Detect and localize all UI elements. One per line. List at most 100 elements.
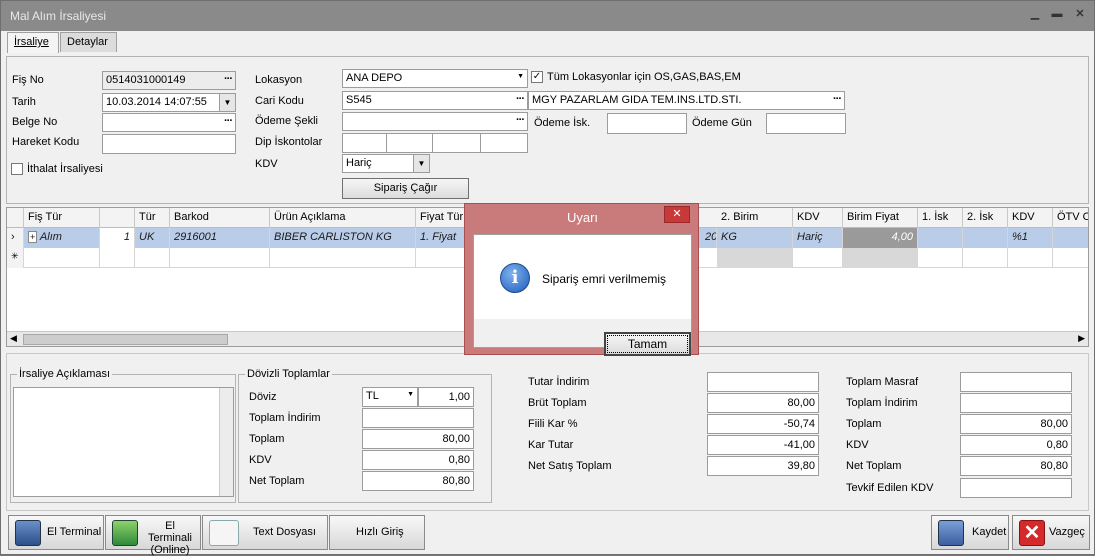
dip-iskonto-4[interactable] xyxy=(480,133,528,153)
kdv-select[interactable]: Hariç ▼ xyxy=(342,154,430,173)
odeme-sekli-field[interactable]: ··· xyxy=(342,112,528,131)
expand-plus-icon[interactable]: + xyxy=(28,231,38,243)
net-toplam[interactable]: 80,80 xyxy=(960,456,1072,476)
vazgec-button[interactable]: ✕ Vazgeç xyxy=(1012,515,1090,550)
ithalat-checkbox[interactable] xyxy=(11,163,23,175)
dialog-close-button[interactable]: ✕ xyxy=(664,206,690,223)
cell-fiyat-tur[interactable]: 1. Fiyat xyxy=(416,228,471,248)
col-fis-tur[interactable]: Fiş Tür xyxy=(24,208,100,228)
new-cell[interactable] xyxy=(843,248,918,268)
toplam-masraf[interactable] xyxy=(960,372,1072,392)
col-tur[interactable]: Tür xyxy=(135,208,170,228)
kar-tutar[interactable]: -41,00 xyxy=(707,435,819,455)
cell-otv[interactable] xyxy=(1053,228,1088,248)
dv-kdv[interactable]: 0,80 xyxy=(362,450,474,470)
cell-isk1[interactable] xyxy=(918,228,963,248)
fiili-kar[interactable]: -50,74 xyxy=(707,414,819,434)
dialog-ok-button[interactable]: Tamam xyxy=(604,332,691,356)
cell-birim-fiyat[interactable]: 4,00 xyxy=(843,228,918,248)
tevkif[interactable] xyxy=(960,478,1072,498)
col-urun-aciklama[interactable]: Ürün Açıklama xyxy=(270,208,416,228)
lokasyon-dropdown-icon[interactable]: ▼ xyxy=(517,73,524,80)
col-miktar[interactable] xyxy=(100,208,135,228)
close-icon[interactable]: ✕ xyxy=(1072,7,1088,21)
el-terminal-button[interactable]: El Terminal xyxy=(8,515,104,550)
scroll-left-icon[interactable]: ◀ xyxy=(10,333,17,344)
dip-iskonto-3[interactable] xyxy=(432,133,481,153)
new-cell[interactable] xyxy=(963,248,1008,268)
new-cell[interactable] xyxy=(717,248,793,268)
new-cell[interactable] xyxy=(270,248,416,268)
col-kdv-type[interactable]: KDV xyxy=(793,208,843,228)
scroll-thumb[interactable] xyxy=(23,334,228,345)
kdv-total[interactable]: 0,80 xyxy=(960,435,1072,455)
kaydet-button[interactable]: Kaydet xyxy=(931,515,1009,550)
dv-toplam[interactable]: 80,00 xyxy=(362,429,474,449)
col-birim-fiyat[interactable]: Birim Fiyat xyxy=(843,208,918,228)
dv-net-toplam[interactable]: 80,80 xyxy=(362,471,474,491)
cell-birim2[interactable]: KG xyxy=(717,228,793,248)
title-bar[interactable]: Mal Alım İrsaliyesi ▁ ▬ ✕ xyxy=(1,1,1094,31)
odeme-isk-field[interactable] xyxy=(607,113,687,134)
col-otv[interactable]: ÖTV O xyxy=(1053,208,1088,228)
hareket-kodu-field[interactable] xyxy=(102,134,236,154)
cell-kdv-type[interactable]: Hariç xyxy=(793,228,843,248)
col-barkod[interactable]: Barkod xyxy=(170,208,270,228)
hizli-giris-button[interactable]: Hızlı Giriş xyxy=(329,515,425,550)
lokasyon-select[interactable]: ANA DEPO ▼ xyxy=(342,69,528,88)
cell-urun[interactable]: BIBER CARLISTON KG xyxy=(270,228,416,248)
textarea-scrollbar[interactable] xyxy=(219,388,233,496)
cari-kodu-field[interactable]: S545 ··· xyxy=(342,91,528,110)
cell-partial[interactable]: 20 xyxy=(705,228,717,248)
cell-miktar[interactable]: 1 xyxy=(100,228,135,248)
dv-toplam-indirim[interactable] xyxy=(362,408,474,428)
el-terminal-online-button[interactable]: El Terminali (Online) xyxy=(105,515,201,556)
cell-isk2[interactable] xyxy=(963,228,1008,248)
scroll-right-icon[interactable]: ▶ xyxy=(1078,333,1085,344)
maximize-icon[interactable]: ▬ xyxy=(1049,7,1065,21)
kdv-dropdown-icon[interactable]: ▼ xyxy=(413,155,429,172)
tab-irsaliye[interactable]: İrsaliye xyxy=(7,32,59,53)
new-cell[interactable] xyxy=(24,248,100,268)
belge-no-field[interactable]: ··· xyxy=(102,113,236,132)
brut-toplam[interactable]: 80,00 xyxy=(707,393,819,413)
irsaliye-aciklama-textarea[interactable] xyxy=(13,387,234,497)
fis-no-lookup-icon[interactable]: ··· xyxy=(224,73,233,85)
text-dosyasi-button[interactable]: Text Dosyası xyxy=(202,515,328,550)
cell-barkod[interactable]: 2916001 xyxy=(170,228,270,248)
row-selector-icon[interactable]: › xyxy=(7,228,24,248)
new-cell[interactable] xyxy=(918,248,963,268)
cari-adi-lookup-icon[interactable]: ··· xyxy=(833,93,842,105)
doviz-dropdown-icon[interactable]: ▼ xyxy=(407,391,414,398)
col-birim2[interactable]: 2. Birim xyxy=(717,208,793,228)
new-cell[interactable] xyxy=(170,248,270,268)
new-cell[interactable] xyxy=(135,248,170,268)
minimize-icon[interactable]: ▁ xyxy=(1027,7,1043,21)
col-fiyat-tur[interactable]: Fiyat Tür xyxy=(416,208,471,228)
new-cell[interactable] xyxy=(1008,248,1053,268)
cari-adi-field[interactable]: MGY PAZARLAM GIDA TEM.INS.LTD.STI. ··· xyxy=(528,91,845,110)
fis-no-field[interactable]: 0514031000149 ··· xyxy=(102,71,236,90)
net-satis[interactable]: 39,80 xyxy=(707,456,819,476)
dip-iskonto-1[interactable] xyxy=(342,133,387,153)
tarih-field[interactable]: 10.03.2014 14:07:55 ▼ xyxy=(102,93,236,112)
cell-fis-tur[interactable]: + Alım xyxy=(24,228,100,248)
col-kdv-rate[interactable]: KDV xyxy=(1008,208,1053,228)
toplam-indirim[interactable] xyxy=(960,393,1072,413)
col-isk2[interactable]: 2. İsk xyxy=(963,208,1008,228)
siparis-cagir-button[interactable]: Sipariş Çağır xyxy=(342,178,469,199)
dip-iskonto-2[interactable] xyxy=(386,133,433,153)
odeme-sekli-lookup-icon[interactable]: ··· xyxy=(516,114,525,126)
new-cell[interactable] xyxy=(793,248,843,268)
odeme-gun-field[interactable] xyxy=(766,113,846,134)
cell-kdv-rate[interactable]: %1 xyxy=(1008,228,1053,248)
col-isk1[interactable]: 1. İsk xyxy=(918,208,963,228)
cari-kodu-lookup-icon[interactable]: ··· xyxy=(516,93,525,105)
tum-lokasyon-checkbox[interactable]: ✓ xyxy=(531,71,543,83)
tutar-indirim[interactable] xyxy=(707,372,819,392)
tarih-dropdown-icon[interactable]: ▼ xyxy=(219,94,235,111)
doviz-select[interactable]: TL ▼ xyxy=(362,387,418,407)
doviz-kur[interactable]: 1,00 xyxy=(418,387,474,407)
new-cell[interactable] xyxy=(100,248,135,268)
toplam[interactable]: 80,00 xyxy=(960,414,1072,434)
